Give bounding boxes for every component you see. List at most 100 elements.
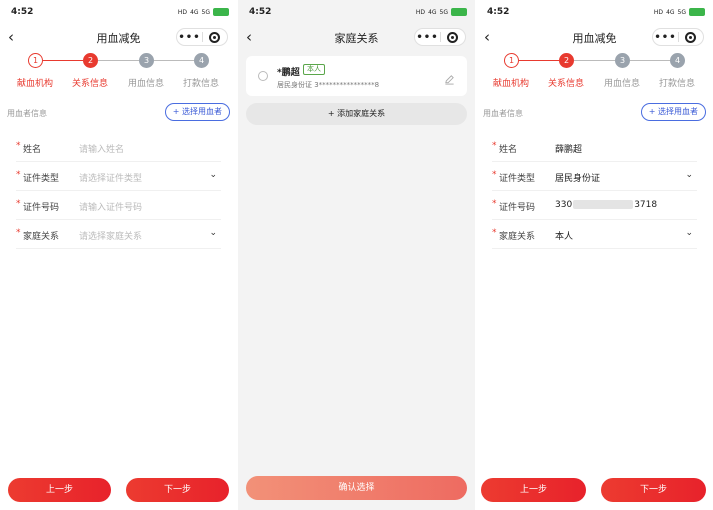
- id-number-start: 330: [555, 200, 573, 210]
- family-relation-field[interactable]: * 家庭关系 请选择家庭关系 ⌄: [16, 220, 221, 249]
- hd-icon: HD: [415, 8, 426, 16]
- status-bar: 4:52 HD 4G 5G: [8, 7, 229, 19]
- name-field[interactable]: * 姓名 请输入姓名: [16, 133, 221, 162]
- field-label: 证件号码: [499, 203, 536, 213]
- select-radio[interactable]: [258, 71, 268, 81]
- choose-blood-user-button[interactable]: + 选择用血者: [164, 103, 230, 121]
- mini-program-capsule: •••: [652, 28, 704, 46]
- required-mark: *: [16, 199, 21, 209]
- required-mark: *: [492, 199, 497, 209]
- hd-icon: HD: [177, 8, 188, 16]
- step-connector: [630, 60, 670, 61]
- step-2-circle: 2: [83, 53, 98, 68]
- section-header: 用血者信息 + 选择用血者: [476, 103, 713, 125]
- step-1-label: 献血机构: [492, 79, 529, 89]
- more-icon[interactable]: •••: [653, 32, 678, 43]
- status-icons: HD 4G 5G: [416, 8, 467, 16]
- required-mark: *: [16, 141, 21, 151]
- signal-4g-icon: 4G: [190, 8, 199, 16]
- signal-4g-icon: 4G: [666, 8, 675, 16]
- stepper: 1 2 3 4 献血机构 关系信息 用血信息 打款信息: [476, 52, 713, 92]
- step-connector: [519, 60, 559, 61]
- field-label: 证件类型: [499, 174, 536, 184]
- id-type-select[interactable]: 居民身份证: [555, 171, 600, 184]
- screen-relation-info-empty: 4:52 HD 4G 5G ‹ 用血减免 ••• 1 2 3 4 献血机构 关系…: [0, 0, 237, 510]
- status-bar: 4:52 HD 4G 5G: [246, 7, 467, 19]
- close-mini-program-icon[interactable]: [203, 31, 227, 43]
- next-step-button[interactable]: 下一步: [601, 478, 706, 502]
- chevron-down-icon[interactable]: ⌄: [685, 228, 693, 238]
- id-number-field[interactable]: * 证件号码 请输入证件号码: [16, 191, 221, 220]
- status-icons: HD 4G 5G: [654, 8, 705, 16]
- edit-icon[interactable]: [444, 70, 455, 89]
- more-icon[interactable]: •••: [415, 32, 440, 43]
- family-relation-select[interactable]: 本人: [555, 229, 573, 242]
- relation-badge: 本人: [303, 64, 325, 75]
- id-number-end: 3718: [634, 200, 658, 210]
- prev-step-button[interactable]: 上一步: [8, 478, 111, 502]
- chevron-down-icon[interactable]: ⌄: [209, 228, 217, 238]
- field-label: 家庭关系: [499, 232, 536, 242]
- member-name: *鹏超: [277, 68, 300, 78]
- add-family-relation-button[interactable]: + 添加家庭关系: [246, 103, 467, 125]
- status-time: 4:52: [11, 7, 34, 17]
- required-mark: *: [492, 141, 497, 151]
- id-type-field[interactable]: * 证件类型 请选择证件类型 ⌄: [16, 162, 221, 191]
- confirm-selection-button[interactable]: 确认选择: [246, 476, 467, 500]
- status-icons: HD 4G 5G: [178, 8, 229, 16]
- name-field[interactable]: * 姓名 薛鹏超: [492, 133, 697, 162]
- chevron-down-icon[interactable]: ⌄: [685, 170, 693, 180]
- step-4-label: 打款信息: [182, 79, 219, 89]
- hd-icon: HD: [653, 8, 664, 16]
- signal-5g-icon: 5G: [439, 8, 448, 16]
- id-number-input[interactable]: 330 3718: [555, 200, 657, 210]
- step-3-label: 用血信息: [127, 79, 164, 89]
- status-time: 4:52: [487, 7, 510, 17]
- id-number-input[interactable]: 请输入证件号码: [79, 200, 142, 213]
- step-connector: [574, 60, 615, 61]
- battery-icon: [689, 8, 705, 16]
- close-mini-program-icon[interactable]: [679, 31, 703, 43]
- choose-blood-user-button[interactable]: + 选择用血者: [640, 103, 706, 121]
- status-bar: 4:52 HD 4G 5G: [484, 7, 705, 19]
- next-step-button[interactable]: 下一步: [126, 478, 229, 502]
- id-number-field[interactable]: * 证件号码 330 3718: [492, 191, 697, 220]
- step-3-label: 用血信息: [603, 79, 640, 89]
- family-relation-field[interactable]: * 家庭关系 本人 ⌄: [492, 220, 697, 249]
- more-icon[interactable]: •••: [177, 32, 202, 43]
- nav-bar: ‹ 家庭关系 •••: [238, 26, 475, 48]
- section-header: 用血者信息 + 选择用血者: [0, 103, 237, 125]
- signal-5g-icon: 5G: [201, 8, 210, 16]
- field-label: 家庭关系: [23, 232, 60, 242]
- field-label: 证件号码: [23, 203, 60, 213]
- step-2-label: 关系信息: [71, 79, 108, 89]
- battery-icon: [451, 8, 467, 16]
- name-input[interactable]: 请输入姓名: [79, 142, 124, 155]
- step-4-label: 打款信息: [658, 79, 695, 89]
- step-connector: [43, 60, 83, 61]
- step-1-label: 献血机构: [16, 79, 53, 89]
- id-type-select[interactable]: 请选择证件类型: [79, 171, 142, 184]
- required-mark: *: [16, 228, 21, 238]
- family-relation-select[interactable]: 请选择家庭关系: [79, 229, 142, 242]
- field-label: 姓名: [499, 145, 518, 155]
- chevron-down-icon[interactable]: ⌄: [209, 170, 217, 180]
- member-id: 居民身份证 3****************8: [277, 81, 380, 89]
- id-type-field[interactable]: * 证件类型 居民身份证 ⌄: [492, 162, 697, 191]
- status-time: 4:52: [249, 7, 272, 17]
- nav-bar: ‹ 用血减免 •••: [476, 26, 713, 48]
- section-title: 用血者信息: [7, 109, 47, 118]
- step-connector: [98, 60, 139, 61]
- name-input[interactable]: 薛鹏超: [555, 142, 582, 155]
- family-member-card[interactable]: *鹏超 本人 居民身份证 3****************8: [246, 56, 467, 96]
- section-title: 用血者信息: [483, 109, 523, 118]
- field-label: 证件类型: [23, 174, 60, 184]
- close-mini-program-icon[interactable]: [441, 31, 465, 43]
- step-1-circle: 1: [504, 53, 519, 68]
- blood-user-form: * 姓名 薛鹏超 * 证件类型 居民身份证 ⌄ * 证件号码 330 3718 *…: [492, 133, 697, 249]
- step-4-circle: 4: [670, 53, 685, 68]
- screen-relation-info-filled: 4:52 HD 4G 5G ‹ 用血减免 ••• 1 2 3 4 献血机构 关系…: [476, 0, 713, 510]
- prev-step-button[interactable]: 上一步: [481, 478, 586, 502]
- field-label: 姓名: [23, 145, 42, 155]
- step-connector: [154, 60, 194, 61]
